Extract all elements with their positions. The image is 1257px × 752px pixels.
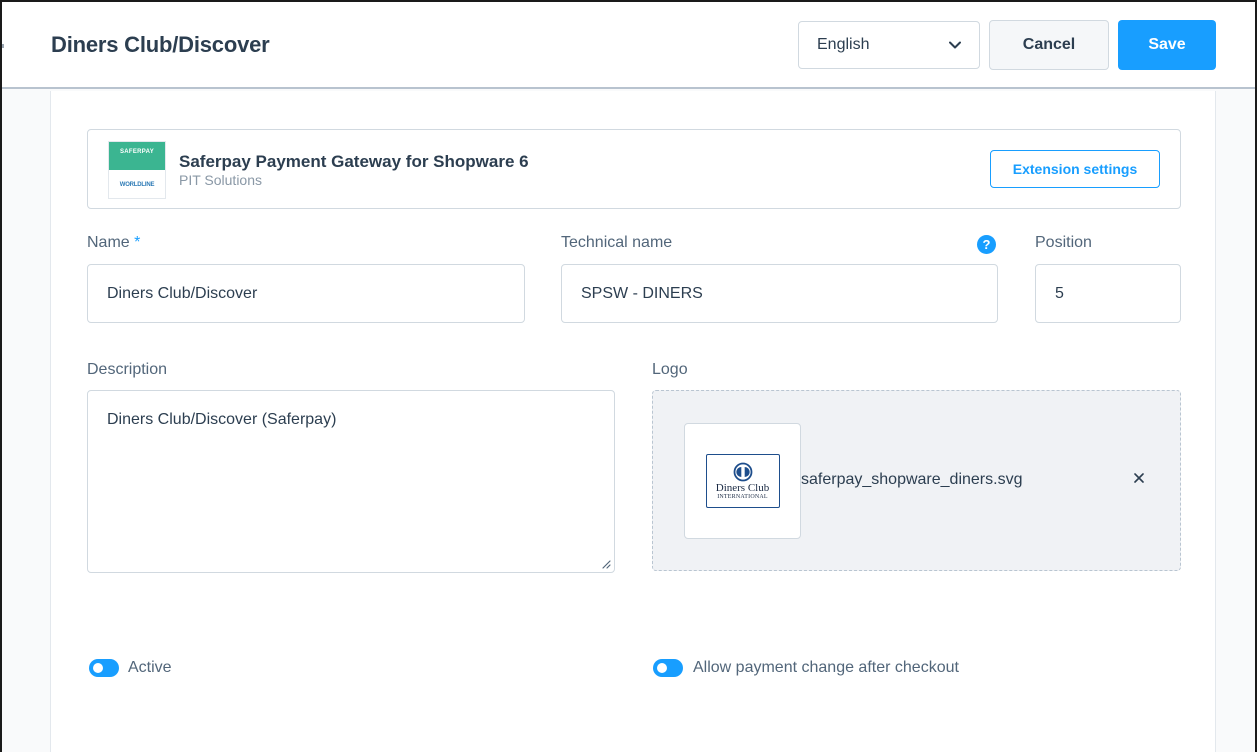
extension-logo-bottom: WORLDLINE xyxy=(119,182,155,188)
technical-name-label: Technical name xyxy=(561,234,673,251)
after-order-label: Allow payment change after checkout xyxy=(693,659,959,676)
extension-name: Saferpay Payment Gateway for Shopware 6 xyxy=(179,152,529,171)
help-icon[interactable]: ? xyxy=(977,235,996,254)
description-label: Description xyxy=(87,361,168,378)
active-toggle[interactable] xyxy=(89,659,119,677)
extension-logo: SAFERPAY WORLDLINE xyxy=(108,141,166,199)
logo-file-name: saferpay_shopware_diners.svg xyxy=(801,471,1023,488)
name-input-value: Diners Club/Discover xyxy=(107,284,258,302)
description-textarea[interactable]: Diners Club/Discover (Saferpay) xyxy=(87,390,615,573)
page-title: Diners Club/Discover xyxy=(51,32,270,57)
technical-name-input[interactable]: SPSW - DINERS xyxy=(561,264,998,323)
extension-vendor: PIT Solutions xyxy=(179,172,263,188)
diners-club-logo-text: Diners Club xyxy=(715,482,770,494)
top-bar: Diners Club/Discover English Cancel Save xyxy=(0,0,1257,89)
position-label: Position xyxy=(1035,234,1092,251)
chevron-down-icon xyxy=(949,41,961,49)
resize-handle-icon[interactable] xyxy=(601,559,611,569)
diners-club-emblem-icon xyxy=(733,462,752,482)
active-label: Active xyxy=(128,659,172,676)
logo-upload-area[interactable]: Diners Club INTERNATIONAL saferpay_shopw… xyxy=(652,390,1181,571)
extension-logo-top: SAFERPAY xyxy=(109,142,165,170)
after-order-toggle[interactable] xyxy=(653,659,683,677)
close-icon[interactable] xyxy=(1132,471,1146,485)
name-label: Name * xyxy=(87,234,140,252)
logo-label: Logo xyxy=(652,361,688,378)
description-textarea-value: Diners Club/Discover (Saferpay) xyxy=(107,411,337,428)
position-input[interactable]: 5 xyxy=(1035,264,1181,323)
language-select[interactable]: English xyxy=(798,21,980,69)
sidebar-edge-marker xyxy=(0,44,4,48)
logo-preview: Diners Club INTERNATIONAL xyxy=(684,423,801,539)
name-label-text: Name xyxy=(87,234,130,251)
diners-club-logo-subtext: INTERNATIONAL xyxy=(717,494,768,500)
position-input-value: 5 xyxy=(1055,284,1064,302)
diners-club-logo: Diners Club INTERNATIONAL xyxy=(705,454,780,508)
name-input[interactable]: Diners Club/Discover xyxy=(87,264,525,323)
extension-settings-button[interactable]: Extension settings xyxy=(990,150,1160,188)
save-button[interactable]: Save xyxy=(1118,20,1216,70)
technical-name-input-value: SPSW - DINERS xyxy=(581,284,703,302)
extension-info-box: SAFERPAY WORLDLINE Saferpay Payment Gate… xyxy=(87,129,1181,209)
cancel-button[interactable]: Cancel xyxy=(989,20,1109,70)
required-mark: * xyxy=(134,234,141,251)
language-select-value: English xyxy=(817,36,870,53)
